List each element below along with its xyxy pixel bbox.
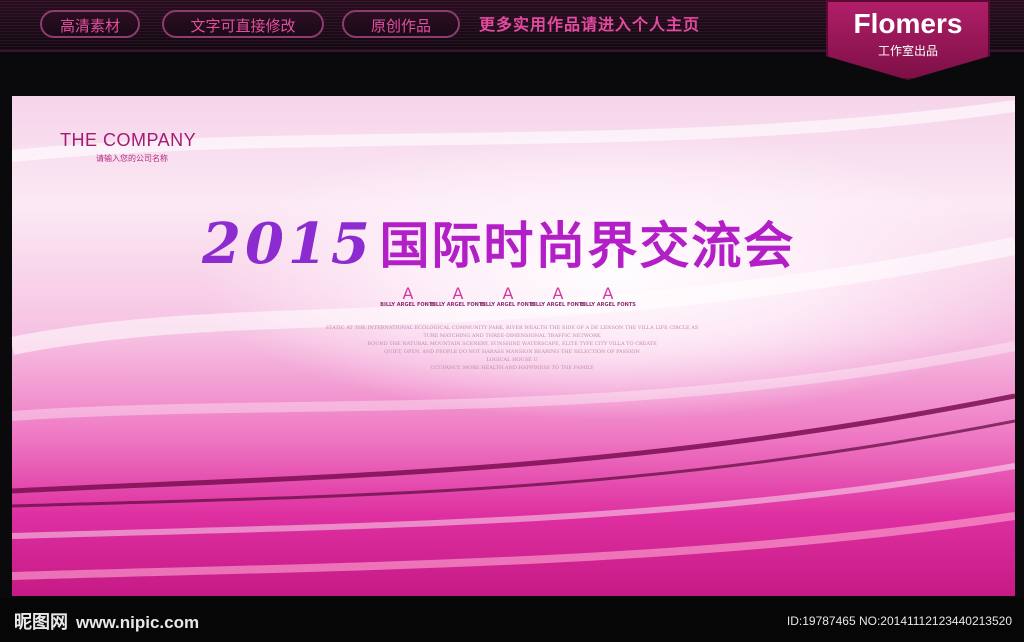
fine-line: BOUND THE NATURAL MOUNTAIN SCENERY, SUNS…	[367, 341, 657, 347]
brand-badge: Flomers 工作室出品	[826, 0, 990, 80]
fine-print: STATIC AT THE INTERNATIONAL ECOLOGICAL C…	[262, 324, 762, 372]
fine-line: CCUPANCY, MORE HEALTH AND HAPPINESS TO T…	[430, 365, 594, 371]
company-name-placeholder: 请输入您的公司名称	[96, 154, 168, 163]
star-badge: A BILLY ARGEL FONTS	[480, 284, 536, 309]
pill-hd-material: 高清素材	[40, 10, 140, 38]
star-icon: A	[552, 284, 564, 303]
event-year: 2015	[202, 211, 374, 277]
fine-line: TURE MATCHING AND THREE-DIMENSIONAL TRAF…	[423, 333, 601, 339]
star-caption: BILLY ARGEL FONTS	[580, 302, 636, 308]
star-badge: A BILLY ARGEL FONTS	[580, 284, 636, 309]
site-watermark: 昵图网 www.nipic.com	[14, 608, 199, 634]
image-id: ID:19787465 NO:20141112123440213520	[786, 614, 1012, 628]
brand-subtitle: 工作室出品	[877, 44, 938, 58]
star-caption: BILLY ARGEL FONTS	[380, 302, 436, 308]
star-icon: A	[402, 284, 414, 303]
star-icon: A	[502, 284, 514, 303]
star-badge: A BILLY ARGEL FONTS	[430, 284, 486, 309]
star-caption: BILLY ARGEL FONTS	[530, 302, 586, 308]
fine-line: QUIET, OPEN, AND PEOPLE DO NOT HARASS MA…	[384, 349, 640, 355]
event-name: 国际时尚界交流会	[379, 217, 796, 275]
fine-line: STATIC AT THE INTERNATIONAL ECOLOGICAL C…	[325, 325, 699, 331]
watermark-footer: 昵图网 www.nipic.com ID:19787465 NO:20141112…	[0, 598, 1024, 642]
site-url[interactable]: www.nipic.com	[76, 613, 199, 632]
site-name: 昵图网	[14, 612, 68, 633]
event-banner: THE COMPANY 请输入您的公司名称 2015 国际时尚界交流会 A BI…	[12, 96, 1015, 596]
company-name: THE COMPANY	[60, 130, 197, 150]
star-icon: A	[602, 284, 614, 303]
fine-line: LOGICAL HOUSE U	[486, 357, 538, 363]
event-title: 2015 国际时尚界交流会	[202, 206, 795, 286]
star-badge: A BILLY ARGEL FONTS	[380, 284, 436, 309]
star-icon: A	[452, 284, 464, 303]
star-row: A BILLY ARGEL FONTS A BILLY ARGEL FONTS …	[380, 286, 640, 316]
pill-editable-text: 文字可直接修改	[162, 10, 324, 38]
star-caption: BILLY ARGEL FONTS	[480, 302, 536, 308]
pill-original-work: 原创作品	[342, 10, 460, 38]
star-badge: A BILLY ARGEL FONTS	[530, 284, 586, 309]
promo-link[interactable]: 更多实用作品请进入个人主页	[479, 12, 700, 38]
star-caption: BILLY ARGEL FONTS	[430, 302, 486, 308]
brand-name: Flomers	[853, 8, 963, 39]
